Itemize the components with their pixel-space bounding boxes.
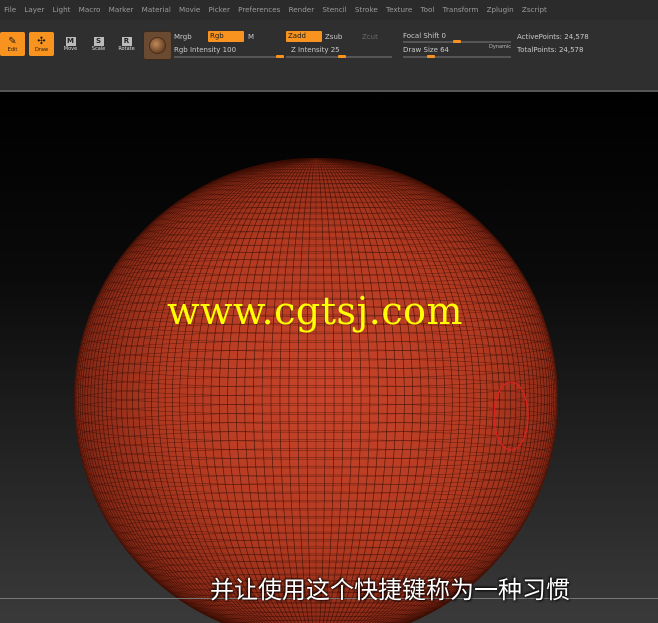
- material-ball-icon: [149, 37, 166, 54]
- rgb-button[interactable]: Rgb: [208, 31, 244, 42]
- active-points-readout: ActivePoints: 24,578: [517, 33, 589, 41]
- draw-size-slider[interactable]: [403, 56, 511, 58]
- menu-item-light[interactable]: Light: [48, 0, 74, 20]
- zcut-button[interactable]: Zcut: [362, 33, 378, 41]
- menu-item-preferences[interactable]: Preferences: [234, 0, 284, 20]
- rgb-intensity-knob[interactable]: [276, 55, 284, 58]
- rotate-tool-button[interactable]: R Rotate: [114, 32, 139, 56]
- menu-item-stencil[interactable]: Stencil: [318, 0, 351, 20]
- draw-size-label: Draw Size 64: [403, 46, 450, 54]
- menu-item-marker[interactable]: Marker: [105, 0, 138, 20]
- tool-label: Draw: [34, 46, 49, 53]
- draw-icon: ✣: [37, 35, 46, 47]
- focal-shift-label: Focal Shift 0: [403, 32, 446, 40]
- zsub-button[interactable]: Zsub: [325, 33, 342, 41]
- menu-item-texture[interactable]: Texture: [382, 0, 417, 20]
- menu-item-material[interactable]: Material: [138, 0, 175, 20]
- rgb-intensity-slider[interactable]: [174, 56, 284, 58]
- mrgb-button[interactable]: Mrgb: [174, 33, 192, 41]
- canvas-viewport[interactable]: www.cgtsj.com 并让使用这个快捷键称为一种习惯: [0, 90, 658, 623]
- rgb-intensity-label: Rgb Intensity 100: [174, 46, 237, 54]
- m-button[interactable]: M: [248, 33, 254, 41]
- total-points-readout: TotalPoints: 24,578: [517, 46, 584, 54]
- edit-tool-button[interactable]: ✎ Edit: [0, 32, 25, 56]
- scale-icon: S: [93, 36, 104, 46]
- draw-size-knob[interactable]: [427, 55, 435, 58]
- menu-item-tool[interactable]: Tool: [416, 0, 438, 20]
- focal-shift-knob[interactable]: [453, 40, 461, 43]
- dynamic-button[interactable]: Dynamic: [489, 44, 511, 50]
- tool-label: Scale: [91, 45, 106, 52]
- menu-item-stroke[interactable]: Stroke: [351, 0, 382, 20]
- move-tool-button[interactable]: M Move: [58, 32, 83, 56]
- sphere-mesh[interactable]: [0, 90, 658, 623]
- menu-item-layer[interactable]: Layer: [20, 0, 48, 20]
- z-intensity-knob[interactable]: [338, 55, 346, 58]
- material-swatch[interactable]: [143, 31, 172, 60]
- menu-item-transform[interactable]: Transform: [439, 0, 483, 20]
- menu-item-zscript[interactable]: Zscript: [518, 0, 551, 20]
- move-icon: M: [65, 36, 76, 46]
- top-toolbar: ✎ Edit ✣ Draw M Move S Scale R Rotate Mrgb Rgb M …: [0, 20, 658, 91]
- menu-item-render[interactable]: Render: [285, 0, 319, 20]
- tool-label: Rotate: [118, 45, 135, 52]
- watermark-text: www.cgtsj.com: [166, 289, 464, 333]
- tool-label: Edit: [7, 46, 18, 53]
- menu-bar: File Layer Light Macro Marker Material Movie Pi…: [0, 0, 658, 20]
- menu-item-file[interactable]: File: [0, 0, 20, 20]
- rotate-icon: R: [121, 36, 132, 46]
- scale-tool-button[interactable]: S Scale: [86, 32, 111, 56]
- menu-item-macro[interactable]: Macro: [75, 0, 105, 20]
- edit-icon: ✎: [8, 35, 17, 47]
- menu-item-movie[interactable]: Movie: [175, 0, 204, 20]
- z-intensity-label: Z Intensity 25: [291, 46, 340, 54]
- menu-item-picker[interactable]: Picker: [204, 0, 234, 20]
- subtitle-caption: 并让使用这个快捷键称为一种习惯: [210, 576, 570, 604]
- menu-item-zplugin[interactable]: Zplugin: [482, 0, 517, 20]
- tool-label: Move: [63, 45, 78, 52]
- zadd-button[interactable]: Zadd: [286, 31, 322, 42]
- draw-tool-button[interactable]: ✣ Draw: [29, 32, 54, 56]
